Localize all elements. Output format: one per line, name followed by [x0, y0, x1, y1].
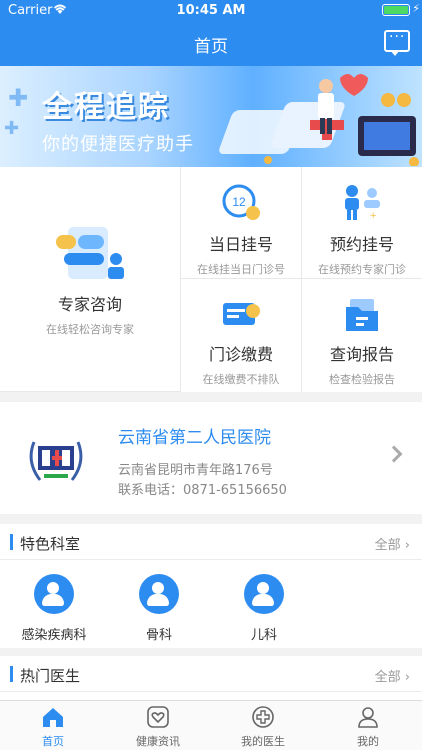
departments-section: 特色科室 全部 › 感染疾病科 骨科 儿科: [0, 524, 422, 648]
department-label: 骨科: [145, 628, 172, 643]
banner-headline: 全程追踪: [42, 90, 170, 125]
doctors-header: 热门医生 全部 ›: [0, 656, 422, 692]
doctors-all-link[interactable]: 全部 ›: [375, 666, 410, 685]
chevron-right-icon: [385, 445, 403, 463]
medical-cross-icon: [252, 706, 274, 728]
departments-all-link[interactable]: 全部 ›: [375, 534, 410, 553]
department-label: 儿科: [250, 628, 277, 643]
department-item[interactable]: 骨科: [109, 574, 209, 643]
section-accent-bar: [10, 666, 13, 682]
doctors-section: 热门医生 全部 ›: [0, 656, 422, 700]
tab-my-doctors[interactable]: 我的医生: [213, 705, 313, 749]
departments-title: 特色科室: [20, 535, 81, 553]
tab-profile[interactable]: 我的: [318, 705, 418, 749]
tab-health-news[interactable]: 健康资讯: [108, 705, 208, 749]
department-item[interactable]: 感染疾病科: [4, 574, 104, 643]
report-label: 查询报告: [329, 345, 394, 364]
clock-register-icon: 12: [222, 184, 260, 220]
battery-icon: [382, 4, 410, 16]
department-icon: [139, 574, 179, 614]
svg-text:+: +: [370, 210, 376, 222]
appointment-sub: 在线预约专家门诊: [318, 263, 406, 276]
charging-icon: ⚡: [412, 2, 420, 15]
consult-sub: 在线轻松咨询专家: [46, 323, 134, 336]
person-icon: [358, 707, 378, 728]
same-day-tile[interactable]: 12 当日挂号 在线挂当日门诊号: [181, 167, 302, 279]
banner-subtitle: 你的便捷医疗助手: [42, 134, 194, 155]
svg-text:12: 12: [232, 195, 246, 209]
doctor-illustration: [219, 74, 419, 166]
tab-my-doctors-label: 我的医生: [241, 735, 285, 748]
department-item[interactable]: 儿科: [214, 574, 314, 643]
tab-home[interactable]: 首页: [3, 705, 103, 749]
tab-profile-label: 我的: [357, 735, 379, 748]
tab-health-news-label: 健康资讯: [136, 735, 180, 748]
department-icon: [244, 574, 284, 614]
plus-decor-icon: ✚: [8, 84, 29, 112]
hospital-logo-icon: [29, 441, 83, 481]
clock: 10:45 AM: [176, 3, 246, 18]
section-accent-bar: [10, 534, 13, 550]
status-bar: Carrier 10:45 AM ⚡: [0, 0, 422, 22]
hospital-phone: 联系电话：0871-65156650: [118, 483, 287, 498]
hospital-card[interactable]: 云南省第二人民医院 云南省昆明市青年路176号 联系电话：0871-651566…: [0, 402, 422, 514]
heart-icon: [147, 706, 169, 728]
promo-banner[interactable]: ✚ ✚ 全程追踪 你的便捷医疗助手: [0, 66, 422, 167]
report-folder-icon: [346, 299, 378, 331]
payment-sub: 在线缴费不排队: [202, 373, 280, 386]
tab-home-label: 首页: [42, 735, 64, 748]
consult-label: 专家咨询: [57, 295, 122, 314]
payment-card-icon: [223, 303, 260, 325]
consult-tile[interactable]: 专家咨询 在线轻松咨询专家: [0, 167, 181, 392]
tab-bar: 首页 健康资讯 我的医生 我的: [0, 700, 422, 750]
page-title: 首页: [194, 37, 228, 57]
chat-bubble-icon[interactable]: [384, 29, 410, 56]
appointment-label: 预约挂号: [329, 235, 394, 254]
department-icon: [34, 574, 74, 614]
home-icon: [43, 708, 63, 727]
doctors-title: 热门医生: [20, 667, 81, 685]
same-day-label: 当日挂号: [208, 235, 273, 254]
top-bar: Carrier 10:45 AM ⚡ 首页: [0, 0, 422, 66]
same-day-sub: 在线挂当日门诊号: [197, 263, 285, 276]
plus-decor-icon: ✚: [4, 118, 20, 139]
service-grid: 专家咨询 在线轻松咨询专家 12 当日挂号 在线挂当日门诊号 + 预约挂号 在线…: [0, 167, 422, 392]
doctor-appointment-icon: +: [345, 185, 380, 222]
department-label: 感染疾病科: [21, 628, 87, 643]
consult-icon: [56, 227, 124, 279]
hospital-address: 云南省昆明市青年路176号: [118, 463, 273, 478]
departments-header: 特色科室 全部 ›: [0, 524, 422, 560]
hospital-name: 云南省第二人民医院: [118, 428, 271, 448]
appointment-tile[interactable]: + 预约挂号 在线预约专家门诊: [302, 167, 422, 279]
payment-label: 门诊缴费: [208, 345, 273, 364]
report-tile[interactable]: 查询报告 检查检验报告: [302, 279, 422, 392]
payment-tile[interactable]: 门诊缴费 在线缴费不排队: [181, 279, 302, 392]
report-sub: 检查检验报告: [329, 373, 395, 386]
